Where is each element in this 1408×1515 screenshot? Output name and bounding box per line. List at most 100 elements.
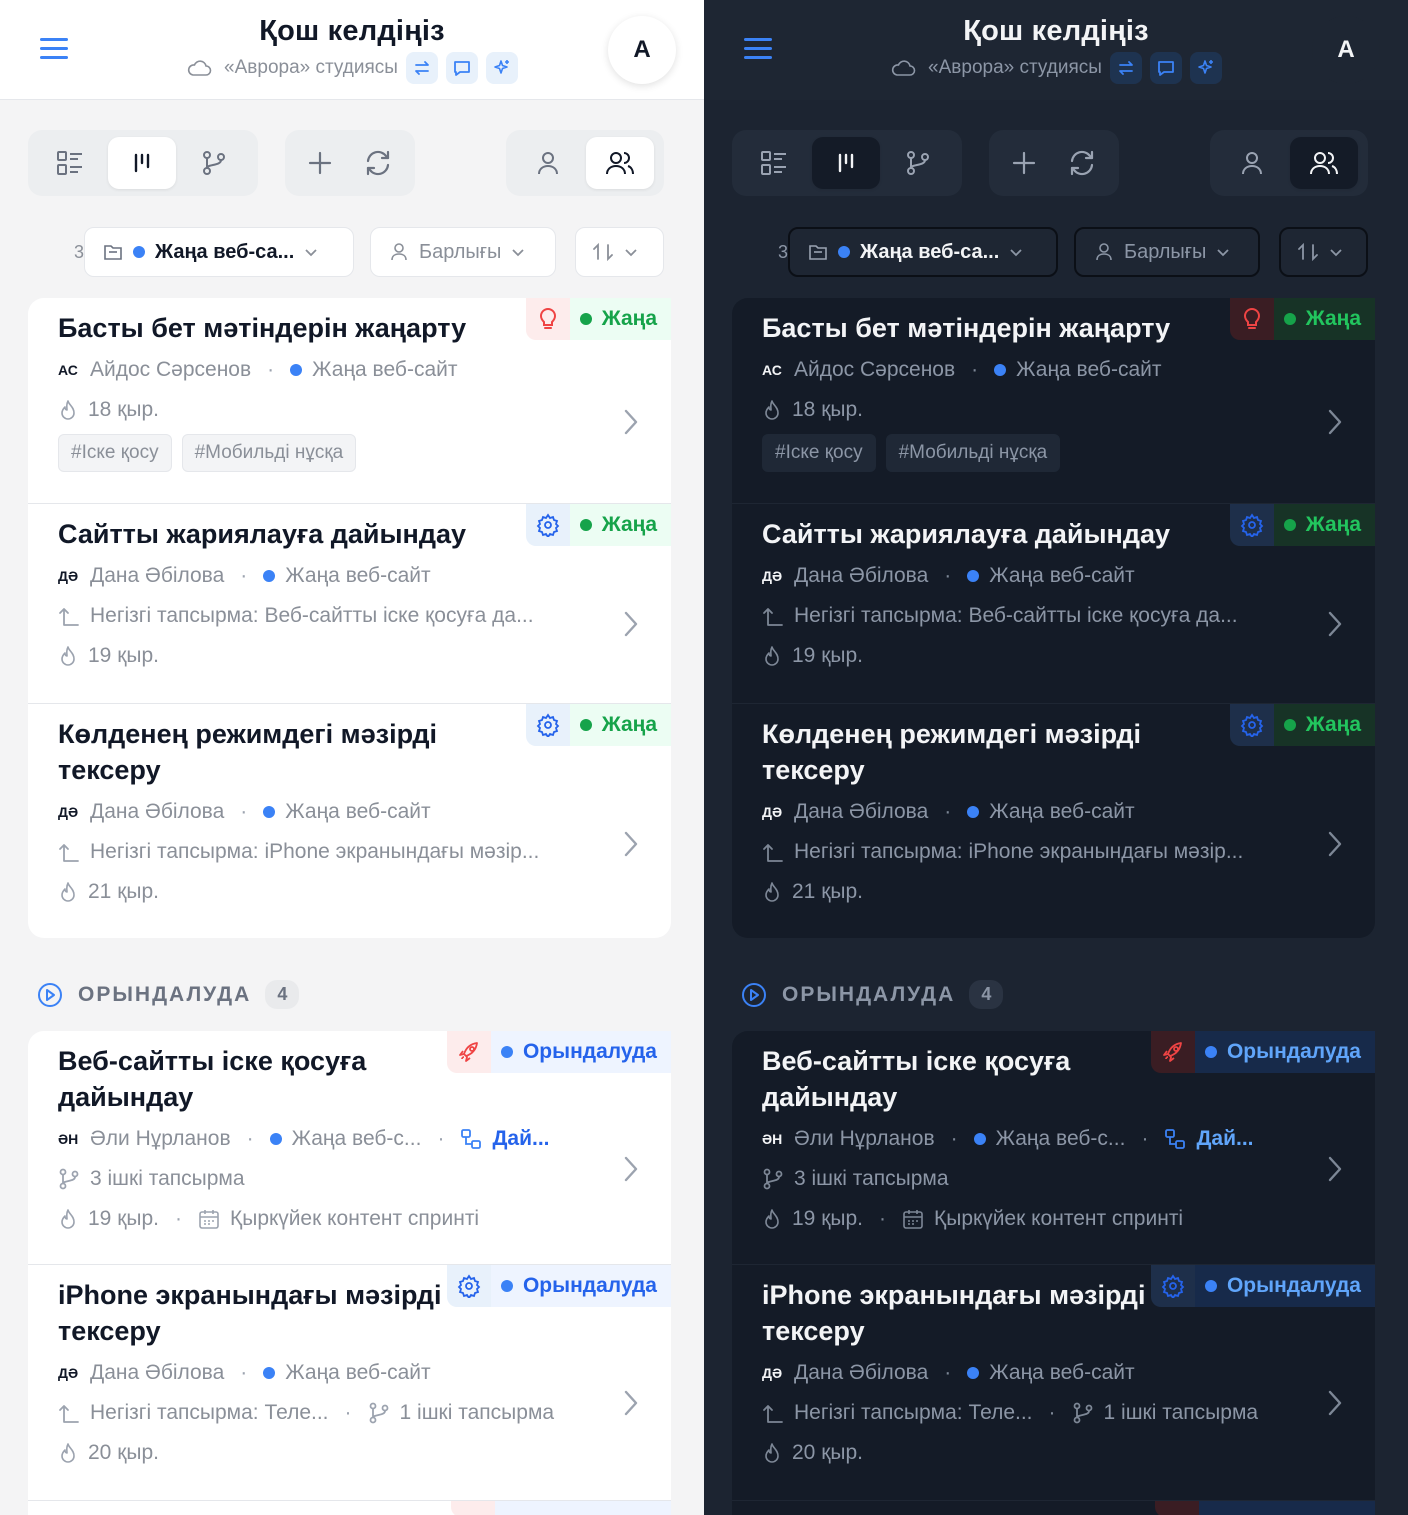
gear-icon — [1150, 1265, 1195, 1307]
status-label: Орындалуда — [1226, 1274, 1361, 1297]
status-badge: Орындалуда — [1150, 1031, 1375, 1073]
task-card[interactable]: Көлденең режимдегі мәзірді тексеру Жаңа Д… — [28, 704, 671, 938]
flame-icon — [61, 400, 75, 420]
tree-view-button[interactable] — [180, 137, 248, 189]
studio-breadcrumb: «Аврора» студиясы — [0, 52, 704, 84]
gear-icon — [1229, 504, 1274, 546]
sort-button[interactable] — [575, 227, 664, 277]
my-tasks-button[interactable] — [514, 137, 582, 189]
board-view-button[interactable] — [812, 137, 880, 189]
assignee-filter-label: Барлығы — [1124, 240, 1207, 263]
tag[interactable]: #Мобильді нұсқа — [885, 434, 1061, 472]
users-icon — [1310, 152, 1338, 175]
page-title: Қош келдіңіз — [963, 15, 1149, 47]
task-card[interactable] — [28, 1501, 671, 1515]
sort-icon — [1298, 242, 1318, 262]
task-card[interactable]: Веб-сайтты іске қосуға дайындау Орындалуд… — [28, 1031, 671, 1265]
parent-task-icon — [763, 1405, 783, 1423]
chevron-down-icon — [512, 249, 525, 257]
view-toolbar — [732, 130, 1368, 196]
assignee-name: Айдос Сәрсенов — [90, 358, 252, 381]
tag[interactable]: #Іске қосу — [762, 434, 876, 472]
project-color-dot — [838, 246, 850, 258]
chevron-right-icon[interactable] — [1327, 1155, 1343, 1183]
assignee-name: Әли Нұрланов — [794, 1127, 935, 1150]
status-badge: Орындалуда — [1150, 1265, 1375, 1307]
filter-count: 3 — [778, 242, 789, 262]
task-title: Веб-сайтты іске қосуға дайындау — [762, 1046, 1071, 1112]
status-badge: Орындалуда — [446, 1031, 671, 1073]
board-view-button[interactable] — [108, 137, 176, 189]
task-card[interactable]: Басты бет мәтіндерін жаңарту Жаңа АС Айдо… — [732, 298, 1375, 504]
project-filter-label: Жаңа веб-са... — [155, 240, 295, 263]
user-avatar[interactable]: A — [608, 16, 676, 84]
task-card[interactable]: iPhone экранындағы мәзірді тексеру Орында… — [732, 1265, 1375, 1501]
task-card[interactable]: iPhone экранындағы мәзірді тексеру Орында… — [28, 1265, 671, 1501]
switch-icon[interactable] — [1109, 52, 1142, 84]
chevron-right-icon[interactable] — [623, 830, 639, 858]
task-card[interactable]: Сайтты жариялауға дайындау Жаңа ДӘ Дана Ә… — [732, 504, 1375, 704]
subtask-icon — [1073, 1402, 1092, 1424]
assignee-name: Дана Әбілова — [794, 1361, 929, 1384]
linked-task[interactable]: Дай... — [492, 1127, 549, 1151]
chevron-right-icon[interactable] — [1327, 408, 1343, 436]
project-filter-label: Жаңа веб-са... — [860, 240, 1000, 263]
section-label: ОРЫНДАЛУДА — [782, 982, 956, 1006]
section-header-in-progress[interactable]: ОРЫНДАЛУДА 4 — [36, 980, 300, 1009]
chat-icon[interactable] — [445, 52, 478, 84]
switch-icon[interactable] — [405, 52, 438, 84]
status-label: Орындалуда — [1226, 1040, 1361, 1063]
team-tasks-button[interactable] — [1290, 137, 1358, 189]
task-card[interactable]: Сайтты жариялауға дайындау Жаңа ДӘ Дана Ә… — [28, 504, 671, 704]
task-card[interactable]: Басты бет мәтіндерін жаңарту Жаңа АС Айдо… — [28, 298, 671, 504]
tree-view-button[interactable] — [884, 137, 952, 189]
chevron-right-icon[interactable] — [623, 610, 639, 638]
refresh-icon — [366, 150, 390, 176]
user-avatar[interactable]: A — [1312, 16, 1380, 84]
scope-group — [1210, 130, 1368, 196]
status-label: Орындалуда — [522, 1040, 657, 1063]
dark-theme-panel: Қош келдіңіз «Аврора» студиясы A 3 Жаңа … — [704, 0, 1408, 1515]
user-icon — [1242, 152, 1262, 175]
chevron-right-icon[interactable] — [1327, 830, 1343, 858]
status-badge — [1155, 1501, 1375, 1515]
rocket-icon — [446, 1031, 491, 1073]
list-view-button[interactable] — [36, 137, 104, 189]
project-name: Жаңа веб-сайт — [285, 564, 431, 587]
task-card[interactable]: Веб-сайтты іске қосуға дайындау Орындалуд… — [732, 1031, 1375, 1265]
chevron-right-icon[interactable] — [1327, 1389, 1343, 1417]
assignee-initials: ДӘ — [58, 804, 79, 820]
assignee-filter[interactable]: Барлығы — [370, 227, 556, 277]
project-name: Жаңа веб-сайт — [285, 800, 431, 823]
chevron-right-icon[interactable] — [623, 408, 639, 436]
section-header-in-progress[interactable]: ОРЫНДАЛУДА 4 — [740, 980, 1004, 1009]
assignee-filter[interactable]: Барлығы — [1074, 227, 1260, 277]
task-card[interactable]: Көлденең режимдегі мәзірді тексеру Жаңа Д… — [732, 704, 1375, 938]
project-filter[interactable]: Жаңа веб-са... — [788, 227, 1058, 277]
chevron-right-icon[interactable] — [623, 1155, 639, 1183]
calendar-icon — [903, 1210, 923, 1229]
list-view-button[interactable] — [740, 137, 808, 189]
refresh-button[interactable] — [351, 137, 405, 189]
sort-button[interactable] — [1279, 227, 1368, 277]
project-filter[interactable]: Жаңа веб-са... — [84, 227, 354, 277]
chevron-right-icon[interactable] — [1327, 610, 1343, 638]
sparkle-icon[interactable] — [1189, 52, 1222, 84]
linked-task[interactable]: Дай... — [1196, 1127, 1253, 1151]
tag[interactable]: #Іске қосу — [58, 434, 172, 472]
chat-icon[interactable] — [1149, 52, 1182, 84]
due-date: 19 қыр. — [792, 1207, 863, 1230]
due-date: 20 қыр. — [88, 1441, 159, 1464]
task-card[interactable] — [732, 1501, 1375, 1515]
due-date: 19 қыр. — [792, 644, 863, 667]
refresh-button[interactable] — [1055, 137, 1109, 189]
task-title: iPhone экранындағы мәзірді тексеру — [58, 1280, 442, 1346]
tag[interactable]: #Мобильді нұсқа — [181, 434, 357, 472]
team-tasks-button[interactable] — [586, 137, 654, 189]
add-button[interactable] — [293, 137, 347, 189]
sprint-name: Қыркүйек контент спринті — [230, 1207, 480, 1230]
my-tasks-button[interactable] — [1218, 137, 1286, 189]
chevron-right-icon[interactable] — [623, 1389, 639, 1417]
sparkle-icon[interactable] — [485, 52, 518, 84]
add-button[interactable] — [997, 137, 1051, 189]
